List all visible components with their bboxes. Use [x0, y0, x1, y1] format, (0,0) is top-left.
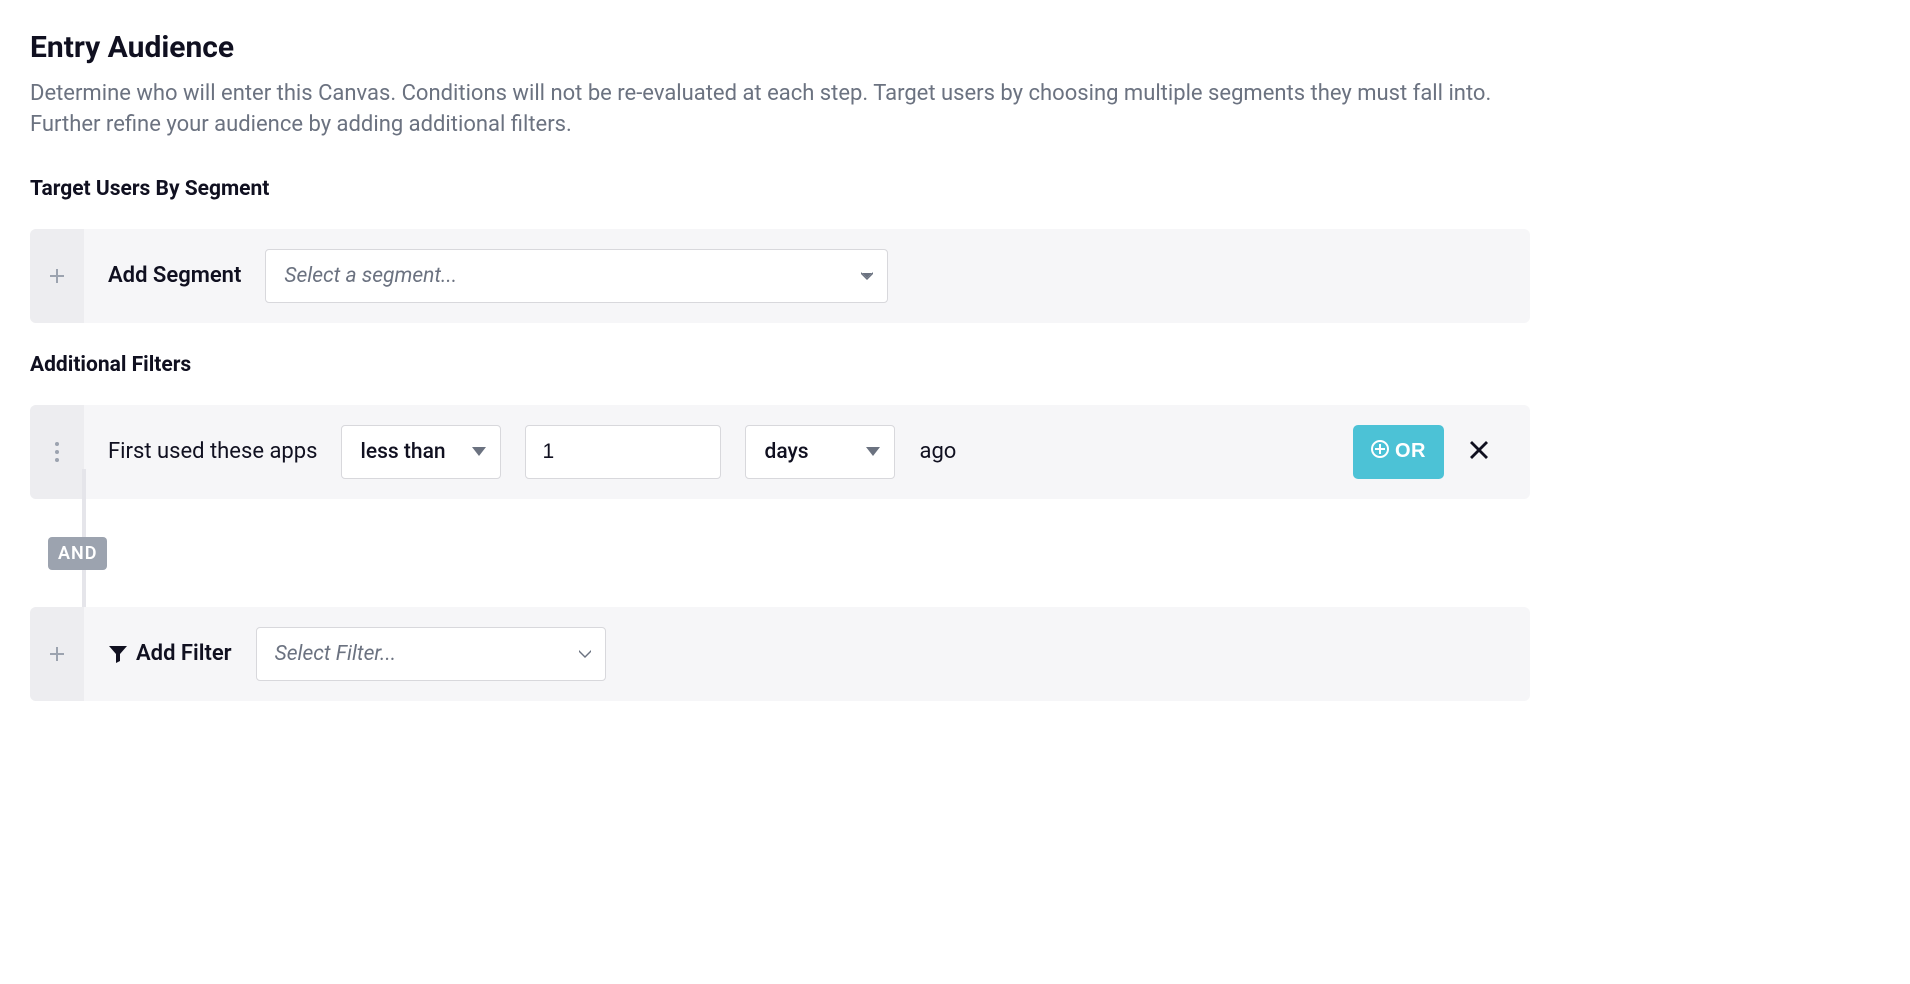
remove-filter-button[interactable]	[1464, 432, 1494, 472]
add-filter-label: Add Filter	[108, 641, 232, 666]
add-segment-row: Add Segment Select a segment...	[30, 229, 1530, 323]
plus-icon	[49, 646, 65, 662]
page-description: Determine who will enter this Canvas. Co…	[30, 79, 1530, 141]
filter-operator-value: less than	[360, 440, 445, 464]
filter-type-placeholder: Select Filter...	[275, 642, 397, 666]
filter-type-select[interactable]: Select Filter...	[256, 627, 606, 681]
filter-unit-select[interactable]: days	[745, 425, 895, 479]
or-button[interactable]: OR	[1353, 425, 1444, 479]
drag-handle-icon	[54, 441, 60, 463]
add-segment-label: Add Segment	[108, 263, 241, 288]
add-segment-handle[interactable]	[30, 229, 84, 323]
add-filter-body: Add Filter Select Filter...	[84, 627, 1530, 681]
segment-select[interactable]: Select a segment...	[265, 249, 888, 303]
filter-row: First used these apps less than days ago	[30, 405, 1530, 499]
caret-down-icon	[472, 447, 486, 457]
or-button-label: OR	[1395, 440, 1426, 463]
caret-down-icon	[579, 650, 591, 658]
filter-field-label: First used these apps	[108, 439, 317, 464]
filter-operator-select[interactable]: less than	[341, 425, 501, 479]
funnel-icon	[108, 644, 128, 664]
caret-down-icon	[866, 447, 880, 457]
plus-circle-icon	[1371, 440, 1389, 464]
caret-down-icon	[861, 272, 873, 280]
filter-connector: AND	[30, 499, 1530, 607]
filter-row-actions: OR	[1353, 425, 1506, 479]
filter-value-input[interactable]	[525, 425, 721, 479]
filter-unit-value: days	[764, 440, 808, 464]
segments-section-title: Target Users By Segment	[30, 177, 1530, 201]
plus-icon	[49, 268, 65, 284]
add-segment-body: Add Segment Select a segment...	[84, 249, 1530, 303]
filters-section-title: Additional Filters	[30, 353, 1530, 377]
add-filter-row: Add Filter Select Filter...	[30, 607, 1530, 701]
filter-suffix-label: ago	[919, 439, 956, 464]
and-badge: AND	[48, 537, 107, 570]
filter-row-handle[interactable]	[30, 405, 84, 499]
close-icon	[1470, 438, 1488, 465]
filter-row-body: First used these apps less than days ago	[84, 425, 1530, 479]
add-filter-text: Add Filter	[136, 641, 232, 666]
filter-rows: First used these apps less than days ago	[30, 405, 1530, 701]
page-title: Entry Audience	[30, 30, 1530, 65]
add-filter-handle[interactable]	[30, 607, 84, 701]
segment-select-placeholder: Select a segment...	[284, 264, 457, 288]
entry-audience-panel: Entry Audience Determine who will enter …	[30, 30, 1530, 701]
